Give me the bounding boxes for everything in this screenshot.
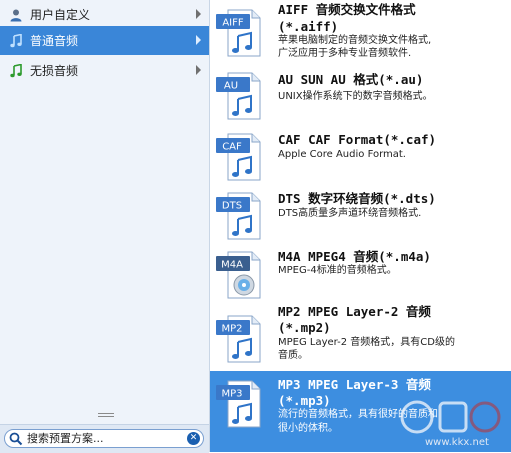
sidebar-item-normal-audio[interactable]: 普通音频 <box>0 26 209 55</box>
format-description: 广泛应用于多种专业音频软件. <box>278 48 412 59</box>
audio-file-icon: AU <box>216 72 261 120</box>
format-extension: (*.aiff) <box>278 19 339 34</box>
sidebar-item-label: 普通音频 <box>30 34 79 48</box>
search-bar: ✕ <box>0 424 209 453</box>
svg-text:M4A: M4A <box>221 260 243 271</box>
audio-file-icon: CAF <box>216 133 261 181</box>
format-description: MPEG-4标准的音频格式。 <box>278 265 397 276</box>
audio-file-icon: M4A <box>216 251 261 299</box>
chevron-right-icon <box>196 9 201 19</box>
svg-text:MP2: MP2 <box>221 324 242 335</box>
format-item-aiff[interactable]: AIFF AIFF 音频交换文件格式 (*.aiff) 苹果电脑制定的音频交换文… <box>210 0 511 62</box>
audio-file-icon: MP3 <box>216 380 261 428</box>
format-list: AIFF AIFF 音频交换文件格式 (*.aiff) 苹果电脑制定的音频交换文… <box>210 0 511 452</box>
format-description: DTS高质量多声道环绕音频格式. <box>278 208 422 219</box>
format-title: AIFF 音频交换文件格式 <box>278 2 416 17</box>
format-item-mp2[interactable]: MP2 MP2 MPEG Layer-2 音频 (*.mp2) MPEG Lay… <box>210 304 511 368</box>
format-title: M4A MPEG4 音频(*.m4a) <box>278 249 431 264</box>
format-extension: (*.mp3) <box>278 393 331 408</box>
user-icon <box>8 7 24 23</box>
svg-text:AU: AU <box>224 81 238 92</box>
format-description: MPEG Layer-2 音频格式，具有CD级的 <box>278 337 455 348</box>
chevron-right-icon <box>196 35 201 45</box>
format-title: AU SUN AU 格式(*.au) <box>278 72 424 87</box>
music-note-green-icon <box>8 63 24 79</box>
music-note-icon <box>8 33 24 49</box>
sidebar-item-label: 无损音频 <box>30 64 79 78</box>
watermark-text: www.kkx.net <box>425 437 489 448</box>
chevron-right-icon <box>196 65 201 75</box>
format-title: DTS 数字环绕音频(*.dts) <box>278 191 436 206</box>
format-item-au[interactable]: AU AU SUN AU 格式(*.au) UNIX操作系统下的数字音频格式。 <box>210 63 511 125</box>
audio-file-icon: DTS <box>216 192 261 240</box>
sidebar-item-lossless-audio[interactable]: 无损音频 <box>0 56 209 85</box>
svg-text:AIFF: AIFF <box>222 18 244 29</box>
format-item-dts[interactable]: DTS DTS 数字环绕音频(*.dts) DTS高质量多声道环绕音频格式. <box>210 183 511 245</box>
format-description: 音质。 <box>278 350 308 361</box>
clear-search-icon[interactable]: ✕ <box>187 432 200 445</box>
search-input[interactable] <box>23 431 177 446</box>
format-item-m4a[interactable]: M4A M4A MPEG4 音频(*.m4a) MPEG-4标准的音频格式。 <box>210 242 511 304</box>
sidebar-item-custom[interactable]: 用户自定义 <box>0 0 209 29</box>
format-description: Apple Core Audio Format. <box>278 149 406 160</box>
format-extension: (*.mp2) <box>278 320 331 335</box>
svg-text:CAF: CAF <box>222 142 242 153</box>
format-title: MP3 MPEG Layer-3 音频 <box>278 377 431 392</box>
svg-text:DTS: DTS <box>222 201 242 212</box>
category-sidebar: 用户自定义 普通音频 无损音频 ✕ <box>0 0 210 453</box>
watermark: www.kkx.net <box>395 395 505 450</box>
audio-file-icon: MP2 <box>216 315 261 363</box>
svg-text:MP3: MP3 <box>221 389 242 400</box>
watermark-logo <box>400 400 501 434</box>
format-description: UNIX操作系统下的数字音频格式。 <box>278 91 433 102</box>
format-description: 很小的体积。 <box>278 423 338 434</box>
format-title: CAF CAF Format(*.caf) <box>278 132 437 147</box>
sidebar-item-label: 用户自定义 <box>30 8 91 22</box>
format-item-caf[interactable]: CAF CAF CAF Format(*.caf) Apple Core Aud… <box>210 124 511 186</box>
format-title: MP2 MPEG Layer-2 音频 <box>278 304 431 319</box>
audio-file-icon: AIFF <box>216 9 261 57</box>
format-description: 苹果电脑制定的音频交换文件格式, <box>278 35 432 46</box>
resize-grip[interactable] <box>98 413 114 417</box>
search-box: ✕ <box>4 429 204 448</box>
search-icon <box>9 432 23 445</box>
